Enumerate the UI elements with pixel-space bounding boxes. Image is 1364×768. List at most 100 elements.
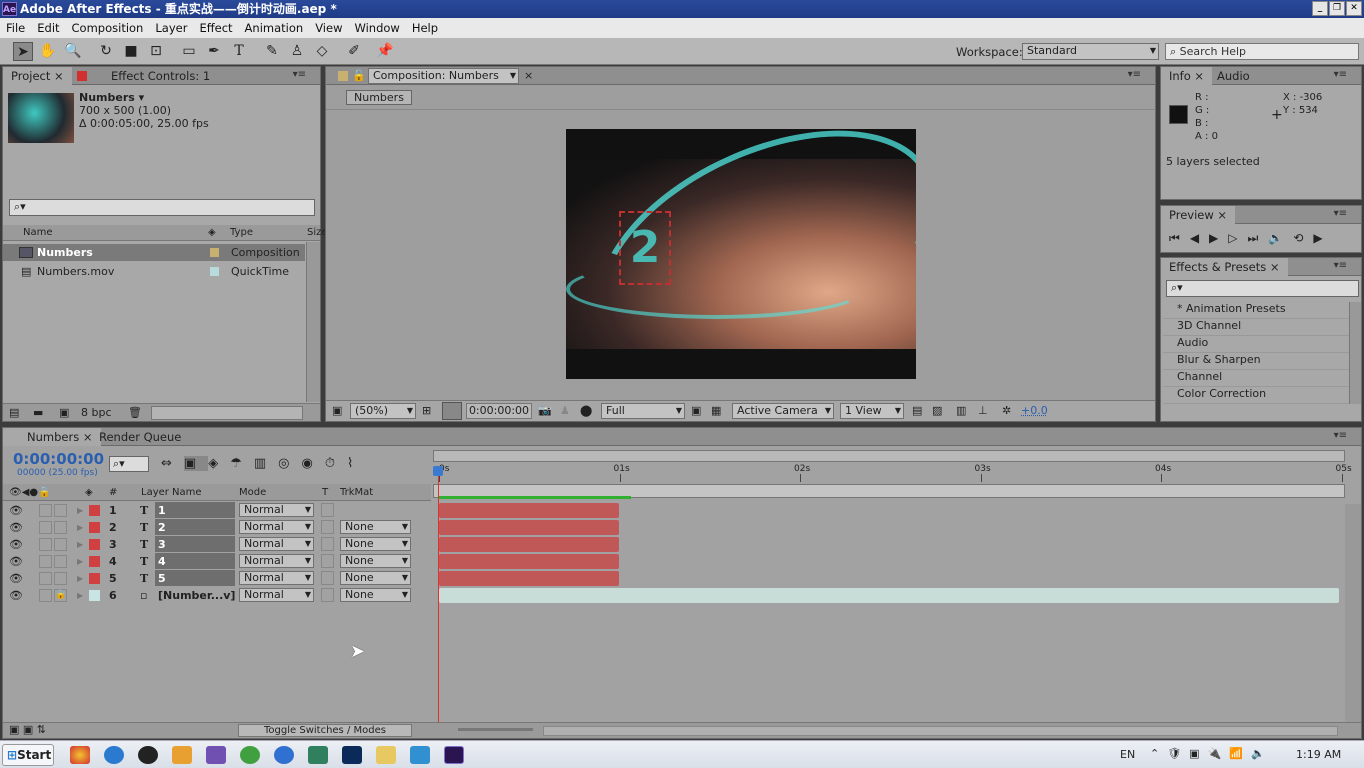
layer-duration-bar[interactable] bbox=[439, 554, 619, 569]
preserve-transparency-switch[interactable] bbox=[321, 503, 334, 517]
tab-audio[interactable]: Audio bbox=[1209, 67, 1258, 85]
lock-icon[interactable]: 🔓 bbox=[352, 69, 366, 82]
preserve-transparency-switch[interactable] bbox=[321, 554, 334, 568]
effects-search-input[interactable]: ⌕▾ bbox=[1166, 280, 1359, 297]
timeline-icon[interactable]: ▥ bbox=[956, 404, 966, 417]
visibility-eye-icon[interactable]: 👁 bbox=[9, 519, 23, 536]
lock-switch[interactable] bbox=[54, 521, 67, 534]
track-matte-select[interactable]: None bbox=[340, 537, 411, 551]
layer-row[interactable]: 👁 ▶ 4 T 4 Normal None bbox=[3, 553, 1343, 570]
layer-name[interactable]: [Number...v] bbox=[155, 587, 235, 603]
visibility-eye-icon[interactable]: 👁 bbox=[9, 570, 23, 587]
ram-preview-icon[interactable]: ▶ bbox=[1313, 231, 1332, 245]
solo-switch[interactable] bbox=[39, 521, 52, 534]
blend-mode-select[interactable]: Normal bbox=[239, 520, 314, 534]
live-update-icon[interactable]: ▣ bbox=[183, 456, 209, 471]
column-name[interactable]: Name bbox=[23, 225, 53, 241]
column-layer-name[interactable]: Layer Name bbox=[141, 484, 202, 501]
layer-row[interactable]: 👁 ▶ 1 T 1 Normal bbox=[3, 502, 1343, 519]
current-time-display[interactable]: 0:00:00:00 bbox=[13, 450, 104, 468]
visual-studio-icon[interactable] bbox=[206, 746, 226, 764]
effects-scrollbar[interactable] bbox=[1349, 302, 1361, 404]
label-color[interactable] bbox=[89, 590, 100, 601]
layer-duration-bar[interactable] bbox=[439, 571, 619, 586]
panel-menu-icon[interactable]: ▾≡ bbox=[1334, 260, 1347, 271]
current-time-field[interactable]: 0:00:00:00 bbox=[466, 403, 532, 419]
time-ruler[interactable]: 0s 01s 02s 03s 04s 05s bbox=[439, 464, 1352, 482]
app-icon[interactable] bbox=[274, 746, 294, 764]
close-tab-icon[interactable]: × bbox=[524, 69, 533, 82]
track-matte-select[interactable]: None bbox=[340, 554, 411, 568]
preserve-transparency-switch[interactable] bbox=[321, 537, 334, 551]
layer-name[interactable]: 5 bbox=[155, 570, 235, 586]
trash-icon[interactable]: 🗑 bbox=[128, 404, 142, 422]
blend-mode-select[interactable]: Normal bbox=[239, 503, 314, 517]
tab-project[interactable]: Project × bbox=[3, 67, 72, 85]
comp-breadcrumb[interactable]: Numbers bbox=[346, 90, 412, 105]
zoom-tool-icon[interactable]: 🔍 bbox=[63, 42, 83, 61]
play-icon[interactable]: ▶ bbox=[1209, 231, 1228, 245]
label-color[interactable] bbox=[89, 556, 100, 567]
horizontal-scrollbar[interactable] bbox=[543, 726, 1338, 736]
view-layout-select[interactable]: 1 View bbox=[840, 403, 904, 419]
start-button[interactable]: ⊞Start bbox=[2, 744, 54, 766]
tab-preview[interactable]: Preview × bbox=[1161, 206, 1236, 224]
new-composition-icon[interactable]: ▣ bbox=[59, 404, 69, 422]
bit-depth[interactable]: 8 bpc bbox=[81, 404, 112, 422]
clock[interactable]: 1:19 AM bbox=[1296, 748, 1341, 761]
safe-margins-icon[interactable]: ⊞ bbox=[422, 404, 431, 417]
project-item[interactable]: Numbers Composition bbox=[3, 244, 305, 261]
pen-tool-icon[interactable]: ✒ bbox=[204, 42, 224, 61]
snapshot-icon[interactable]: 📷 bbox=[538, 404, 552, 417]
preserve-transparency-switch[interactable] bbox=[321, 520, 334, 534]
after-effects-icon[interactable] bbox=[444, 746, 464, 764]
current-time-indicator[interactable] bbox=[438, 468, 439, 722]
solo-switch[interactable] bbox=[39, 555, 52, 568]
menu-effect[interactable]: Effect bbox=[193, 21, 238, 35]
fast-previews-icon[interactable]: ▨ bbox=[932, 404, 942, 417]
lock-switch[interactable] bbox=[54, 504, 67, 517]
effects-category[interactable]: Blur & Sharpen bbox=[1163, 353, 1349, 370]
language-indicator[interactable]: EN bbox=[1120, 748, 1135, 761]
layer-row[interactable]: 👁 ▶ 3 T 3 Normal None bbox=[3, 536, 1343, 553]
restore-button[interactable]: ❐ bbox=[1329, 1, 1345, 16]
tab-render-queue[interactable]: Render Queue bbox=[91, 428, 189, 446]
lock-switch[interactable]: 🔒 bbox=[54, 589, 67, 602]
layer-name[interactable]: 2 bbox=[155, 519, 235, 535]
brush-tool-icon[interactable]: ✎ bbox=[262, 42, 282, 61]
always-preview-icon[interactable]: ▣ bbox=[332, 404, 342, 417]
timeline-scrollbar[interactable] bbox=[1345, 504, 1361, 722]
project-item[interactable]: ▤ Numbers.mov QuickTime bbox=[3, 263, 305, 280]
layer-duration-bar[interactable] bbox=[439, 588, 1339, 603]
track-matte-select[interactable]: None bbox=[340, 571, 411, 585]
solo-switch[interactable] bbox=[39, 538, 52, 551]
layer-duration-bar[interactable] bbox=[439, 537, 619, 552]
chrome-icon[interactable] bbox=[70, 746, 90, 764]
flowchart-icon[interactable]: ⊥ bbox=[978, 404, 988, 417]
panel-menu-icon[interactable]: ▾≡ bbox=[1334, 208, 1347, 219]
motion-blur-icon[interactable]: ◎ bbox=[278, 456, 301, 471]
solo-switch[interactable] bbox=[39, 589, 52, 602]
next-frame-icon[interactable]: ▷ bbox=[1228, 231, 1247, 245]
layer-duration-bar[interactable] bbox=[439, 520, 619, 535]
expand-arrow-icon[interactable]: ▶ bbox=[77, 536, 83, 553]
selection-tool-icon[interactable]: ➤ bbox=[13, 42, 33, 61]
label-icon[interactable]: ◈ bbox=[208, 225, 216, 241]
app-icon[interactable] bbox=[308, 746, 328, 764]
effects-category[interactable]: Channel bbox=[1163, 370, 1349, 387]
pan-behind-tool-icon[interactable]: ⊡ bbox=[146, 42, 166, 61]
type-tool-icon[interactable]: T bbox=[229, 42, 249, 61]
app-icon[interactable] bbox=[410, 746, 430, 764]
selected-text-layers[interactable]: 2 bbox=[619, 211, 671, 285]
visibility-eye-icon[interactable]: 👁 bbox=[9, 587, 23, 604]
label-color[interactable] bbox=[89, 505, 100, 516]
panel-menu-icon[interactable]: ▾≡ bbox=[293, 69, 306, 80]
composition-viewer[interactable]: 2 bbox=[566, 129, 916, 379]
explorer-icon[interactable] bbox=[376, 746, 396, 764]
region-of-interest-icon[interactable]: ▣ bbox=[691, 404, 701, 417]
blend-mode-select[interactable]: Normal bbox=[239, 588, 314, 602]
new-folder-icon[interactable]: ▬ bbox=[33, 404, 43, 422]
solo-switch[interactable] bbox=[39, 504, 52, 517]
menu-help[interactable]: Help bbox=[406, 21, 444, 35]
layer-name[interactable]: 1 bbox=[155, 502, 235, 518]
